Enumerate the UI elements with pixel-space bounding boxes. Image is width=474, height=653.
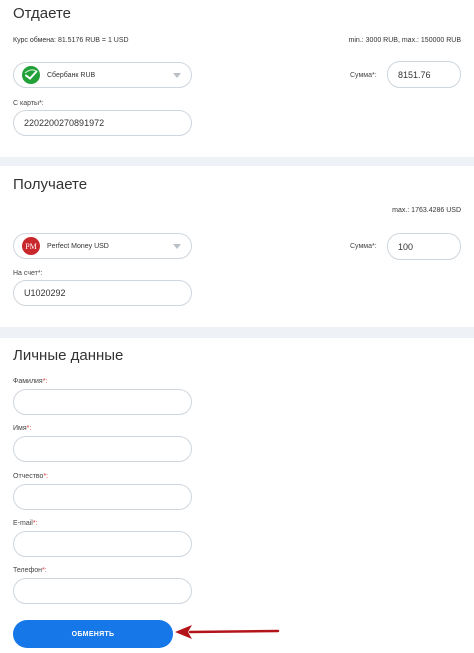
annotation-arrow-icon (175, 625, 280, 639)
name-label: Имя*: (13, 425, 32, 432)
receive-amount-input[interactable]: 100 (387, 233, 461, 260)
receive-amount-value: 100 (398, 241, 414, 252)
chevron-down-icon (173, 244, 181, 249)
receive-section-title: Получаете (13, 176, 88, 193)
card-label: С карты*: (13, 100, 44, 107)
card-number-value: 2202200270891972 (24, 118, 105, 128)
svg-text:PM: PM (25, 242, 37, 251)
account-input[interactable]: U1020292 (13, 280, 192, 306)
receive-currency-select[interactable]: PM Perfect Money USD (13, 233, 192, 259)
give-amount-input[interactable]: 8151.76 (387, 61, 461, 88)
give-section-title: Отдаете (13, 5, 72, 22)
email-label: E-mail*: (13, 520, 38, 527)
patronymic-input[interactable] (13, 484, 192, 510)
phone-label: Телефон*: (13, 567, 47, 574)
chevron-down-icon (173, 73, 181, 78)
account-value: U1020292 (24, 288, 66, 298)
card-number-input[interactable]: 2202200270891972 (13, 110, 192, 136)
receive-limits: max.: 1763.4286 USD (392, 207, 461, 214)
exchange-rate: Курс обмена: 81.5176 RUB = 1 USD (13, 37, 129, 44)
section-divider (0, 157, 474, 166)
sberbank-logo-icon (22, 66, 40, 84)
account-label: На счет*: (13, 270, 43, 277)
surname-input[interactable] (13, 389, 192, 415)
patronymic-label: Отчество*: (13, 473, 49, 480)
phone-input[interactable] (13, 578, 192, 604)
receive-currency-name: Perfect Money USD (47, 242, 109, 250)
receive-amount-label: Сумма*: (350, 243, 377, 250)
give-amount-value: 8151.76 (398, 69, 431, 80)
give-currency-name: Сбербанк RUB (47, 71, 96, 79)
perfect-money-logo-icon: PM (22, 237, 40, 255)
exchange-button[interactable]: ОБМЕНЯТЬ (13, 620, 173, 648)
section-divider (0, 327, 474, 338)
surname-label: Фамилия*: (13, 378, 48, 385)
give-currency-select[interactable]: Сбербанк RUB (13, 62, 192, 88)
personal-section-title: Личные данные (13, 347, 124, 364)
give-amount-label: Сумма*: (350, 72, 377, 79)
name-input[interactable] (13, 436, 192, 462)
give-limits: min.: 3000 RUB, max.: 150000 RUB (348, 37, 461, 44)
email-input[interactable] (13, 531, 192, 557)
